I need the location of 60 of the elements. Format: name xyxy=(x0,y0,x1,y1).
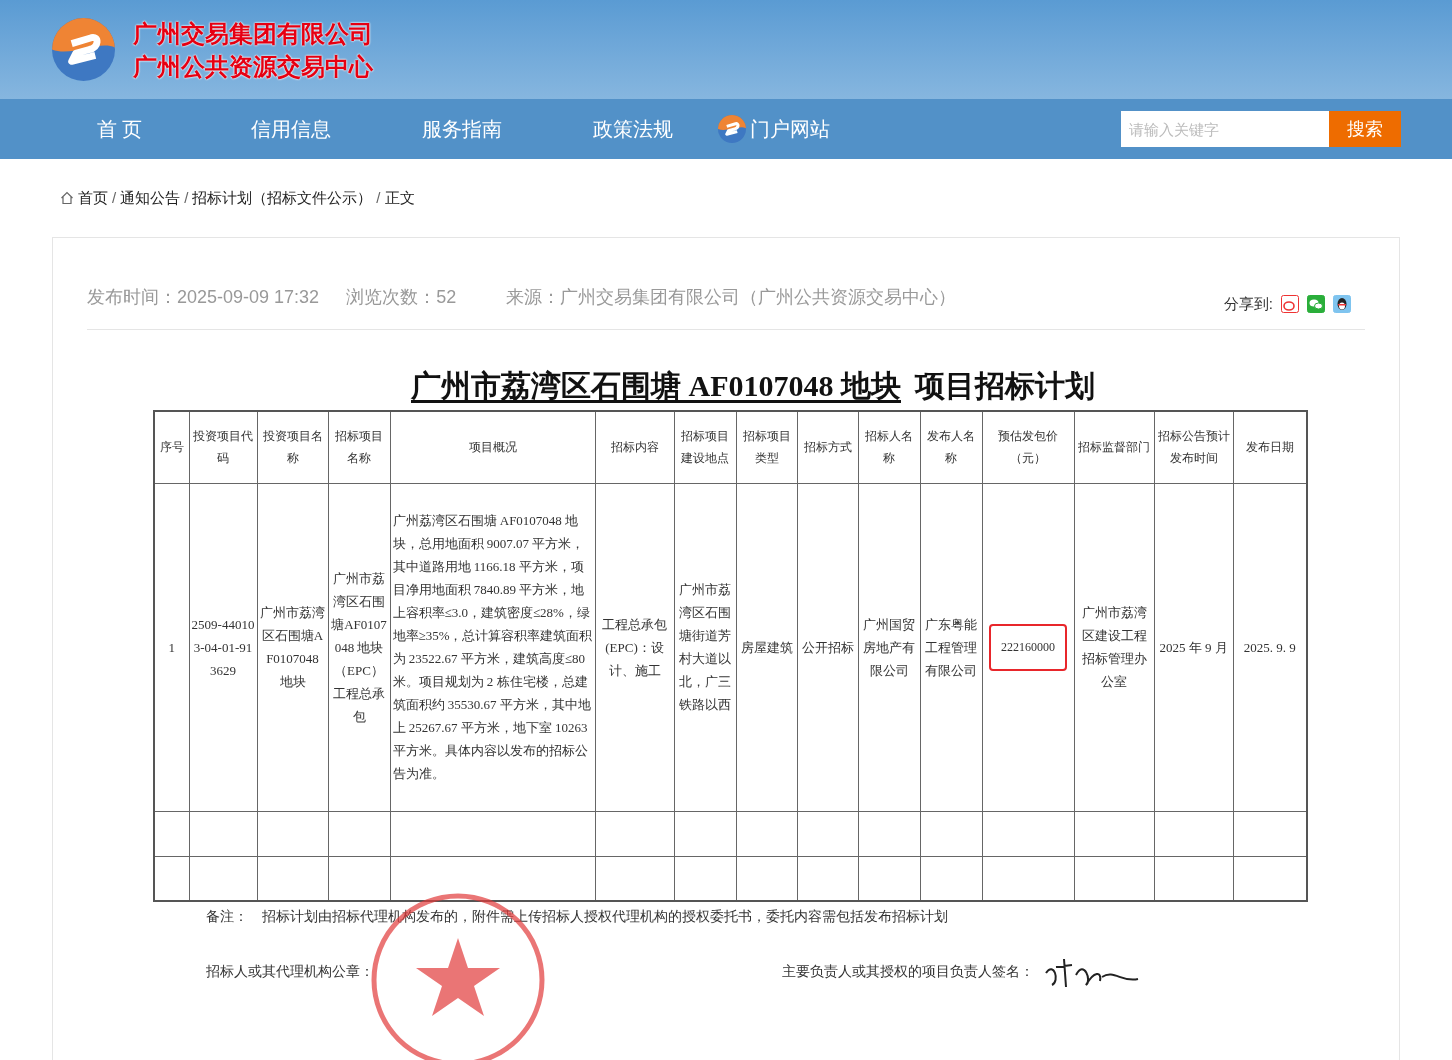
table-cell-text: 广州市荔湾区石围塘AF0107048 地块（EPC）工程总承包 xyxy=(330,569,388,726)
document-title-subject: 广州市荔湾区石围塘 AF0107048 地块 xyxy=(410,368,902,404)
column-header: 招标人名称 xyxy=(865,429,913,466)
column-header: 投资项目名称 xyxy=(262,429,323,466)
column-header: 发布日期 xyxy=(1245,440,1294,455)
penguin-icon[interactable] xyxy=(1333,295,1351,313)
column-header: 招标内容 xyxy=(610,440,659,455)
table-cell-text: 工程总承包(EPC)：设计、施工 xyxy=(601,615,668,680)
table-cell-text: 广州国贸房地产有限公司 xyxy=(862,615,916,680)
table-cell-text: 广州市荔湾区石围塘街道芳村大道以北，广三铁路以西 xyxy=(678,581,732,714)
table-cell-text: 2025 年 9 月 xyxy=(1159,638,1228,657)
table-cell-text: 广东粤能工程管理有限公司 xyxy=(924,615,978,680)
nav-link[interactable]: 服务指南 xyxy=(376,114,547,144)
weibo-icon[interactable] xyxy=(1281,295,1299,313)
org-name: 广州交易集团有限公司 xyxy=(133,18,373,49)
publish-time: 发布时间：2025-09-09 17:32 xyxy=(87,286,320,309)
column-header: 项目概况 xyxy=(468,440,517,455)
table-cell-text: 2025. 9. 9 xyxy=(1243,638,1296,657)
document-title-suffix: 项目招标计划 xyxy=(915,368,1095,404)
seal-label: 招标人或其代理机构公章： xyxy=(206,962,375,981)
column-header: 招标项目建设地点 xyxy=(681,429,729,466)
column-header: 预估发包价（元） xyxy=(998,429,1058,466)
column-header: 招标项目类型 xyxy=(742,429,791,466)
breadcrumb-separator: / xyxy=(184,187,189,208)
nav-link[interactable]: 信用信息 xyxy=(205,114,376,144)
breadcrumb-separator: / xyxy=(376,187,381,208)
portal-link[interactable]: 门户网站 xyxy=(718,114,868,144)
column-header: 招标监督部门 xyxy=(1078,440,1150,455)
column-header: 招标方式 xyxy=(803,440,852,455)
signature-label: 主要负责人或其授权的项目负责人签名： xyxy=(782,962,1034,981)
note-label: 备注： xyxy=(206,908,248,926)
table-cell: 222160000 xyxy=(989,623,1067,671)
home-icon xyxy=(60,191,74,205)
column-header: 发布人名称 xyxy=(927,429,975,466)
share-label: 分享到: xyxy=(1223,293,1273,314)
column-header: 序号 xyxy=(159,440,184,455)
table-cell-text: 广州市荔湾区石围塘AF0107048 地块 xyxy=(259,604,326,691)
table-cell-text: 1 xyxy=(168,638,175,657)
wechat-icon[interactable] xyxy=(1307,295,1325,313)
breadcrumb-link[interactable]: 招标计划（招标文件公示） xyxy=(192,186,373,210)
source-text: 来源：广州交易集团有限公司（广州公共资源交易中心） xyxy=(506,286,957,309)
nav-link[interactable]: 首 页 xyxy=(34,114,205,144)
table-cell-text: 公开招标 xyxy=(801,638,854,657)
search-field[interactable]: 请输入关键字 xyxy=(1121,111,1329,147)
breadcrumb-link[interactable]: 通知公告 xyxy=(120,186,181,210)
table-cell-text: 2509-440103-04-01-913629 xyxy=(191,615,255,680)
breadcrumb-link[interactable]: 首页 xyxy=(78,186,108,210)
breadcrumb-link[interactable]: 正文 xyxy=(384,186,415,210)
nav-link[interactable]: 政策法规 xyxy=(547,114,718,144)
column-header: 招标公告预计发布时间 xyxy=(1157,429,1230,466)
portal-logo-icon xyxy=(718,115,746,143)
center-name: 广州公共资源交易中心 xyxy=(133,51,373,82)
view-count: 浏览次数：52 xyxy=(346,286,457,309)
column-header: 投资项目代码 xyxy=(193,429,253,466)
table-cell-text: 广州市荔湾区建设工程招标管理办公室 xyxy=(1080,604,1148,691)
table-cell-text: 房屋建筑 xyxy=(740,638,793,657)
column-header: 招标项目名称 xyxy=(335,429,383,466)
search-button[interactable]: 搜索 xyxy=(1329,111,1401,147)
breadcrumb-separator: / xyxy=(112,187,117,208)
table-cell-text: 广州荔湾区石围塘 AF0107048 地块，总用地面积 9007.07 平方米，其中道路用地 1166.18 平方米，项目净用地面积 7840.89 平方米，地上容积率≤3.0，建筑密度≤28%，绿地率≥35%，总计算容积率建筑面积为 23522.67 平方米，建筑高度≤80 米。项目规划为 2 栋住宅楼，总建筑面积约 35530.67 平方米，其中地上 25267.67 平方米，地下室 10263 平方米。具体内容以发布的招标公告为准。 xyxy=(392,512,593,783)
